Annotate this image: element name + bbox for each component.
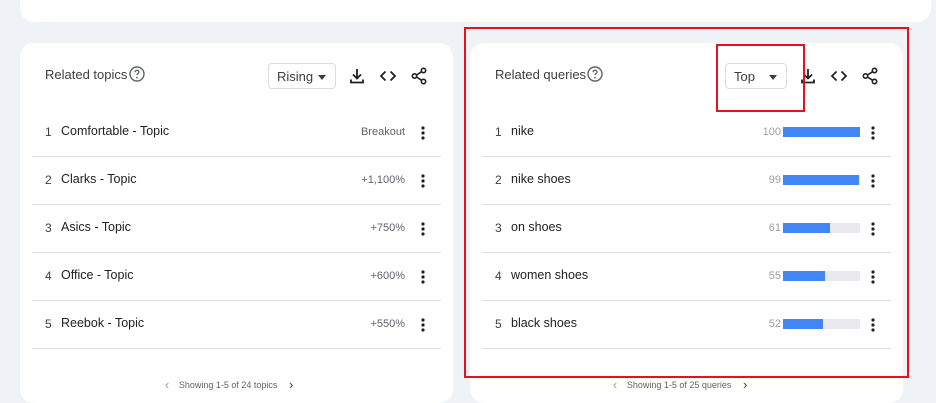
- related-topics-filter-select[interactable]: Rising: [268, 63, 336, 89]
- chevron-right-icon[interactable]: ›: [289, 377, 293, 392]
- more-vert-icon[interactable]: [421, 269, 425, 285]
- rise-value: +750%: [370, 222, 405, 234]
- help-circle-icon[interactable]: [129, 66, 145, 82]
- more-vert-icon[interactable]: [421, 221, 425, 237]
- related-queries-pager: ‹ Showing 1-5 of 25 queries ›: [613, 377, 747, 392]
- rise-value: +550%: [370, 318, 405, 330]
- list-item[interactable]: 1 Comfortable - Topic Breakout: [32, 109, 441, 157]
- rise-value: +1,100%: [361, 174, 405, 186]
- rise-value: +600%: [370, 270, 405, 282]
- rank: 4: [45, 269, 52, 283]
- more-vert-icon[interactable]: [421, 173, 425, 189]
- rank: 5: [45, 317, 52, 331]
- topic-label[interactable]: Comfortable - Topic: [61, 124, 169, 138]
- pager-text: Showing 1-5 of 25 queries: [626, 380, 732, 390]
- rank: 1: [45, 125, 52, 139]
- code-icon[interactable]: [379, 67, 397, 85]
- list-item[interactable]: 5 Reebok - Topic +550%: [32, 301, 441, 349]
- related-topics-filter-value: Rising: [277, 69, 314, 84]
- list-item[interactable]: 4 Office - Topic +600%: [32, 253, 441, 301]
- chevron-left-icon[interactable]: ‹: [165, 377, 169, 392]
- more-vert-icon[interactable]: [421, 317, 425, 333]
- related-topics-list: 1 Comfortable - Topic Breakout 2 Clarks …: [32, 109, 441, 349]
- topic-label[interactable]: Clarks - Topic: [61, 172, 136, 186]
- topic-label[interactable]: Asics - Topic: [61, 220, 131, 234]
- share-icon[interactable]: [410, 67, 428, 85]
- annotation-box-filter: [716, 44, 805, 112]
- related-topics-card: Related topics Rising 1 Comfortable - To…: [20, 43, 453, 403]
- topic-label[interactable]: Reebok - Topic: [61, 316, 144, 330]
- related-topics-header: Related topics Rising: [20, 43, 453, 109]
- list-item[interactable]: 3 Asics - Topic +750%: [32, 205, 441, 253]
- related-topics-pager: ‹ Showing 1-5 of 24 topics ›: [165, 377, 293, 392]
- related-topics-title: Related topics: [45, 67, 128, 82]
- rise-value: Breakout: [360, 126, 405, 138]
- chevron-left-icon[interactable]: ‹: [613, 377, 617, 392]
- previous-card: [20, 0, 931, 22]
- more-vert-icon[interactable]: [421, 125, 425, 141]
- chevron-right-icon[interactable]: ›: [743, 377, 747, 392]
- download-icon[interactable]: [348, 67, 366, 85]
- rank: 2: [45, 173, 52, 187]
- rank: 3: [45, 221, 52, 235]
- annotation-box-related-queries: [464, 27, 909, 378]
- topic-label[interactable]: Office - Topic: [61, 268, 134, 282]
- pager-text: Showing 1-5 of 24 topics: [178, 380, 278, 390]
- list-item[interactable]: 2 Clarks - Topic +1,100%: [32, 157, 441, 205]
- chevron-down-icon: [318, 75, 326, 80]
